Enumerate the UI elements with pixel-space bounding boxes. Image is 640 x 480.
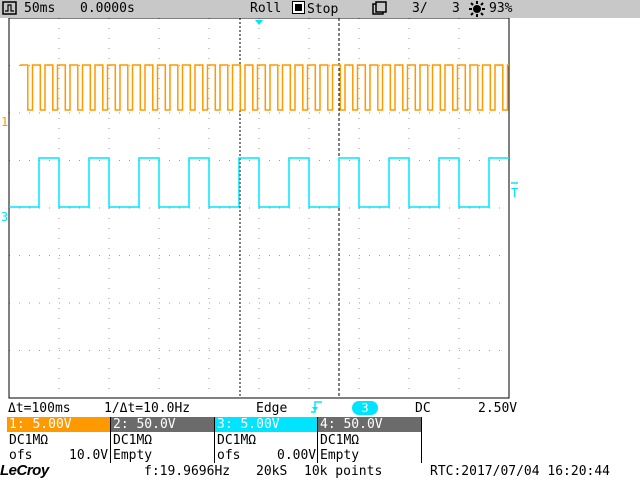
inverse-delta-t-readout: 1/Δt=10.0Hz — [104, 401, 191, 416]
channel-2-header: 2: 50.0V — [111, 417, 215, 432]
top-status-bar: 50ms 0.0000s Roll Stop 3/ 3 93% — [0, 0, 640, 18]
timebase-value[interactable]: 50ms — [24, 1, 55, 17]
trigger-level-value[interactable]: 2.50V — [478, 401, 517, 416]
channel-3-header: 3: 5.00V — [215, 417, 318, 432]
channel-1-box[interactable]: 1: 5.00V DC1MΩ ofs 10.0V — [7, 417, 110, 463]
stop-icon — [292, 1, 305, 14]
trigger-source-badge[interactable]: 3 — [352, 401, 378, 415]
acquisition-count: 3/ — [412, 1, 428, 16]
channel-4-coupling: DC1MΩ — [320, 433, 360, 448]
edge-slope-icon — [310, 399, 326, 419]
trigger-coupling[interactable]: DC — [415, 401, 431, 416]
graticule-grid — [9, 18, 509, 398]
record-length: 10k points — [304, 464, 383, 479]
channel-4-ofs-label: Empty — [320, 448, 360, 463]
channel-2-ofs-label: Empty — [113, 448, 153, 463]
sample-rate: 20kS — [256, 464, 288, 479]
acquisition-total: 3 — [452, 1, 460, 16]
acquisition-mode[interactable]: Roll — [250, 1, 281, 17]
trigger-level-marker[interactable]: T — [511, 186, 518, 200]
channel-3-ofs-label: ofs — [217, 448, 241, 463]
channel-1-header: 1: 5.00V — [7, 417, 110, 432]
channel-3-ofs-value: 0.00V — [277, 448, 317, 463]
trigger-type[interactable]: Edge — [256, 401, 287, 416]
channel-4-box[interactable]: 4: 50.0V DC1MΩ Empty — [317, 417, 422, 463]
channel-2-coupling: DC1MΩ — [113, 433, 153, 448]
channel-1-ofs-value: 10.0V — [69, 448, 109, 463]
trigger-delay-value[interactable]: 0.0000s — [80, 1, 135, 17]
channel-2-box[interactable]: 2: 50.0V DC1MΩ Empty — [110, 417, 215, 463]
channel-1-ofs-label: ofs — [9, 448, 33, 463]
channel-3-coupling: DC1MΩ — [217, 433, 257, 448]
real-time-clock: RTC:2017/07/04 16:20:44 — [430, 464, 611, 479]
channel-1-coupling: DC1MΩ — [9, 433, 49, 448]
channel-4-header: 4: 50.0V — [318, 417, 421, 432]
battery-percent: 93% — [489, 1, 513, 16]
delta-t-readout: Δt=100ms — [8, 401, 71, 416]
channel-1-trace — [20, 64, 509, 111]
waveform-display[interactable]: 1 3 T — [0, 18, 640, 400]
trigger-position-marker[interactable] — [255, 20, 263, 25]
channel-3-trace — [9, 157, 509, 208]
brand-logo: LeCroy — [0, 462, 49, 479]
run-state[interactable]: Stop — [292, 1, 338, 18]
channel-3-box[interactable]: 3: 5.00V DC1MΩ ofs 0.00V — [214, 417, 318, 463]
frequency-readout: f:19.9696Hz — [144, 464, 231, 479]
channel-3-marker[interactable]: 3 — [1, 210, 8, 224]
channel-1-marker[interactable]: 1 — [1, 115, 8, 129]
